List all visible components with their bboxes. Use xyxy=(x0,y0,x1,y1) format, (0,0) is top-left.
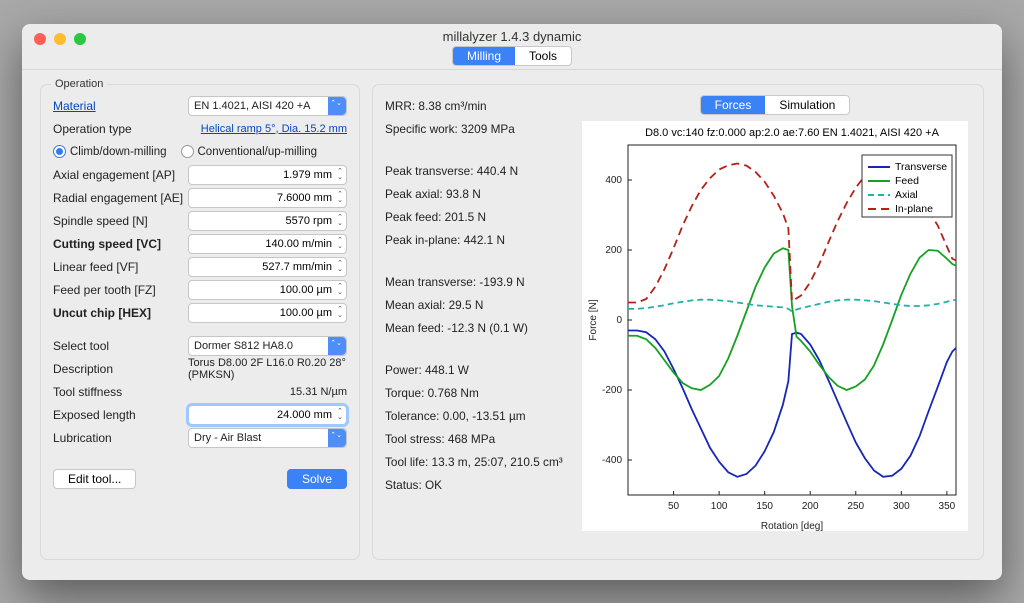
hex-input[interactable] xyxy=(188,303,347,323)
vf-input[interactable] xyxy=(188,257,347,277)
results-panel: MRR: 8.38 cm³/min Specific work: 3209 MP… xyxy=(372,84,984,560)
svg-text:In-plane: In-plane xyxy=(895,203,933,215)
ap-input[interactable] xyxy=(188,165,347,185)
forces-chart: 50 100 150 200 250 300 350 -400 -200 0 200 400 D8.0 … xyxy=(582,121,968,531)
svg-text:250: 250 xyxy=(847,501,864,512)
tool-stiffness: 15.31 N/µm xyxy=(188,386,347,398)
svg-text:150: 150 xyxy=(756,501,773,512)
svg-text:Rotation [deg]: Rotation [deg] xyxy=(761,521,823,531)
svg-text:Feed: Feed xyxy=(895,175,919,187)
ae-input[interactable] xyxy=(188,188,347,208)
svg-text:D8.0 vc:140 fz:0.000 ap:2.0 ae: D8.0 vc:140 fz:0.000 ap:2.0 ae:7.60 EN 1… xyxy=(645,127,940,139)
svg-text:Force [N]: Force [N] xyxy=(588,299,599,340)
panel-legend: Operation xyxy=(51,78,107,90)
svg-text:Transverse: Transverse xyxy=(895,161,947,173)
svg-text:350: 350 xyxy=(939,501,956,512)
operation-panel: Operation Material EN 1.4021, AISI 420 +… xyxy=(40,84,360,560)
tab-milling[interactable]: Milling xyxy=(453,47,515,65)
svg-text:400: 400 xyxy=(605,175,622,186)
titlebar: millalyzer 1.4.3 dynamic Milling Tools xyxy=(22,24,1002,70)
radio-conventional[interactable]: Conventional/up-milling xyxy=(181,145,318,158)
svg-text:50: 50 xyxy=(668,501,680,512)
tab-tools[interactable]: Tools xyxy=(515,47,571,65)
lubrication-select[interactable]: Dry - Air Blast xyxy=(188,428,347,448)
optype-label: Operation type xyxy=(53,122,188,136)
fz-input[interactable] xyxy=(188,280,347,300)
chart-tab-group: Forces Simulation xyxy=(700,95,851,115)
material-select[interactable]: EN 1.4021, AISI 420 +A xyxy=(188,96,347,116)
results-readout: MRR: 8.38 cm³/min Specific work: 3209 MP… xyxy=(385,95,565,549)
app-window: millalyzer 1.4.3 dynamic Milling Tools O… xyxy=(22,24,1002,580)
svg-text:-400: -400 xyxy=(602,455,622,466)
edit-tool-button[interactable]: Edit tool... xyxy=(53,469,136,489)
vc-input[interactable] xyxy=(188,234,347,254)
exposed-length-input[interactable] xyxy=(188,405,347,425)
minimize-icon[interactable] xyxy=(54,33,66,45)
svg-text:300: 300 xyxy=(893,501,910,512)
svg-text:100: 100 xyxy=(711,501,728,512)
tool-description: Torus D8.00 2F L16.0 R0.20 28° (PMKSN) xyxy=(188,357,347,381)
material-link[interactable]: Material xyxy=(53,99,188,113)
n-input[interactable] xyxy=(188,211,347,231)
svg-text:-200: -200 xyxy=(602,385,622,396)
tab-forces[interactable]: Forces xyxy=(701,96,766,114)
svg-text:Axial: Axial xyxy=(895,189,918,201)
close-icon[interactable] xyxy=(34,33,46,45)
svg-text:200: 200 xyxy=(605,245,622,256)
window-title: millalyzer 1.4.3 dynamic xyxy=(22,24,1002,44)
solve-button[interactable]: Solve xyxy=(287,469,347,489)
zoom-icon[interactable] xyxy=(74,33,86,45)
window-controls xyxy=(34,33,86,45)
optype-link[interactable]: Helical ramp 5°, Dia. 15.2 mm xyxy=(188,123,347,135)
radio-climb[interactable]: Climb/down-milling xyxy=(53,145,167,158)
tool-select[interactable]: Dormer S812 HA8.0 xyxy=(188,336,347,356)
tab-simulation[interactable]: Simulation xyxy=(765,96,849,114)
svg-text:200: 200 xyxy=(802,501,819,512)
svg-text:0: 0 xyxy=(616,315,622,326)
top-tab-group: Milling Tools xyxy=(452,46,572,66)
